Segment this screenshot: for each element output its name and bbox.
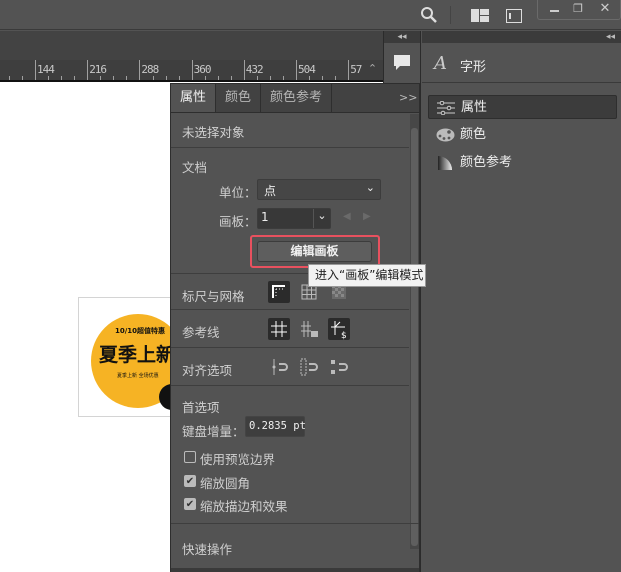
ruler-scroll-up-icon[interactable]: ⌃ bbox=[362, 60, 383, 80]
ruler-label: 144 bbox=[37, 63, 55, 76]
checkbox-label: 使用预览边界 bbox=[200, 452, 276, 467]
document-section: 文档 单位： 点 ⌄ 画板： 1 ⌄ ◀ ▶ 编辑画板 bbox=[171, 147, 409, 273]
ruler-label: 288 bbox=[141, 63, 159, 76]
properties-icon bbox=[437, 101, 455, 115]
panel-tabs: 属性 颜色 颜色参考 >> bbox=[171, 84, 419, 113]
tab-properties[interactable]: 属性 bbox=[171, 84, 217, 112]
guides-icon[interactable] bbox=[268, 318, 290, 340]
checkbox-label: 缩放描边和效果 bbox=[200, 499, 288, 514]
workspace-layout-icon[interactable] bbox=[471, 9, 489, 22]
keyboard-increment-label: 键盘增量： bbox=[182, 424, 245, 439]
snap-to-pixel-icon[interactable] bbox=[300, 358, 318, 376]
ruler-icon[interactable] bbox=[268, 281, 290, 303]
lock-guides-icon[interactable] bbox=[298, 318, 320, 340]
properties-panel: 属性 颜色 颜色参考 >> 未选择对象 文档 单位： 点 ⌄ 画板： 1 ⌄ ◀… bbox=[170, 83, 420, 572]
item-label: 颜色 bbox=[460, 127, 487, 142]
glyphs-icon: A bbox=[434, 53, 447, 74]
tab-color-guide[interactable]: 颜色参考 bbox=[261, 84, 333, 112]
checkbox-checked[interactable]: ✔ bbox=[184, 498, 196, 510]
glyphs-label: 字形 bbox=[460, 60, 487, 75]
checkbox-scale-corners[interactable]: ✔ 缩放圆角 bbox=[184, 473, 250, 492]
no-selection-label: 未选择对象 bbox=[182, 125, 245, 140]
artboard-headline: 夏季上新 bbox=[99, 344, 176, 366]
artboard-value: 1 bbox=[261, 210, 269, 224]
snap-options-section: 对齐选项 bbox=[171, 347, 409, 385]
ruler-label: 216 bbox=[89, 63, 107, 76]
section-title: 参考线 bbox=[182, 325, 220, 340]
quick-actions-section: 快速操作 bbox=[171, 523, 419, 568]
ruler-major-tick bbox=[87, 60, 89, 80]
svg-text:$: $ bbox=[341, 331, 347, 340]
right-item-color[interactable]: 颜色 bbox=[428, 123, 617, 147]
unit-value: 点 bbox=[264, 184, 277, 198]
glyphs-panel-button[interactable]: A 字形 bbox=[422, 43, 621, 83]
tab-color[interactable]: 颜色 bbox=[216, 84, 262, 112]
tooltip: 进入“画板”编辑模式 bbox=[308, 264, 426, 287]
ruler-major-tick bbox=[35, 60, 36, 80]
ruler-major-tick bbox=[243, 60, 245, 80]
artboard-label: 画板： bbox=[219, 214, 257, 229]
checkbox-label: 缩放圆角 bbox=[200, 476, 251, 491]
chevron-down-icon: ⌄ bbox=[365, 181, 375, 194]
collapse-icon[interactable]: ◂◂ bbox=[384, 31, 420, 43]
title-bar: ❐ ✕ bbox=[0, 0, 621, 30]
arrange-documents-icon[interactable] bbox=[506, 9, 522, 23]
search-icon[interactable] bbox=[420, 6, 438, 24]
ruler-label: 576 bbox=[350, 63, 362, 76]
ruler-major-tick bbox=[191, 60, 193, 80]
edit-artboards-button[interactable]: 编辑画板 bbox=[257, 241, 372, 262]
ruler-label: 360 bbox=[193, 63, 212, 76]
ruler-label: 432 bbox=[245, 63, 264, 76]
artboard-select[interactable]: 1 ⌄ bbox=[257, 208, 331, 229]
artboard-text: 10/10超值特惠 bbox=[115, 327, 166, 335]
preferences-section: 首选项 键盘增量： 0.2835 pt 使用预览边界 ✔ 缩放圆角 ✔ 缩放描边和效… bbox=[171, 385, 409, 523]
guides-section: 参考线 $ bbox=[171, 309, 409, 347]
panel-menu-icon[interactable]: >> bbox=[399, 84, 419, 112]
keyboard-increment-input[interactable]: 0.2835 pt bbox=[245, 416, 306, 437]
ruler-label: 504 bbox=[298, 63, 316, 76]
snap-to-point-icon[interactable] bbox=[270, 358, 288, 376]
checkbox-use-preview-bounds[interactable]: 使用预览边界 bbox=[184, 449, 275, 468]
previous-artboard-icon[interactable]: ◀ bbox=[343, 211, 351, 222]
item-label: 颜色参考 bbox=[460, 155, 513, 170]
checkbox[interactable] bbox=[184, 451, 196, 463]
minimize-button[interactable] bbox=[543, 3, 565, 17]
comment-icon bbox=[394, 54, 410, 70]
smart-guides-icon[interactable]: $ bbox=[328, 318, 350, 341]
section-title: 标尺与网格 bbox=[182, 289, 245, 304]
panel-resize-handle[interactable] bbox=[171, 568, 419, 572]
ruler-major-tick bbox=[296, 60, 297, 80]
ruler-major-tick bbox=[348, 60, 350, 80]
document-tab-bar bbox=[0, 31, 383, 60]
comments-button[interactable] bbox=[384, 43, 420, 81]
unit-label: 单位： bbox=[219, 185, 257, 200]
artboard-subtext: 夏季上新 全场优惠 bbox=[117, 373, 159, 379]
section-title: 快速操作 bbox=[182, 542, 233, 557]
chevron-down-icon: ⌄ bbox=[313, 209, 330, 228]
section-title: 对齐选项 bbox=[182, 363, 233, 378]
section-title: 文档 bbox=[182, 160, 208, 175]
item-label: 属性 bbox=[461, 100, 488, 115]
ruler-major-tick bbox=[139, 60, 141, 80]
right-panel-dock: ◂◂ A 字形 属性 颜色 颜色参考 bbox=[422, 31, 621, 572]
restore-button[interactable]: ❐ bbox=[567, 2, 589, 18]
checkbox-checked[interactable]: ✔ bbox=[184, 475, 196, 487]
palette-icon bbox=[436, 128, 455, 142]
collapse-icon[interactable]: ◂◂ bbox=[422, 31, 621, 43]
color-guide-icon bbox=[438, 156, 452, 170]
right-item-color-guide[interactable]: 颜色参考 bbox=[428, 151, 617, 175]
horizontal-ruler[interactable]: 144 216 288 360 432 504 576 bbox=[0, 60, 362, 80]
checkbox-scale-strokes-effects[interactable]: ✔ 缩放描边和效果 bbox=[184, 496, 288, 515]
right-item-properties[interactable]: 属性 bbox=[428, 95, 617, 119]
scrollbar[interactable] bbox=[410, 114, 419, 549]
next-artboard-icon[interactable]: ▶ bbox=[363, 211, 371, 222]
artboard[interactable]: 10/10超值特惠 夏季上新 夏季上新 全场优惠 bbox=[78, 297, 178, 417]
snap-to-glyph-icon[interactable] bbox=[330, 358, 348, 376]
close-button[interactable]: ✕ bbox=[594, 1, 616, 17]
unit-select[interactable]: 点 ⌄ bbox=[257, 179, 381, 200]
section-title: 首选项 bbox=[182, 400, 220, 415]
